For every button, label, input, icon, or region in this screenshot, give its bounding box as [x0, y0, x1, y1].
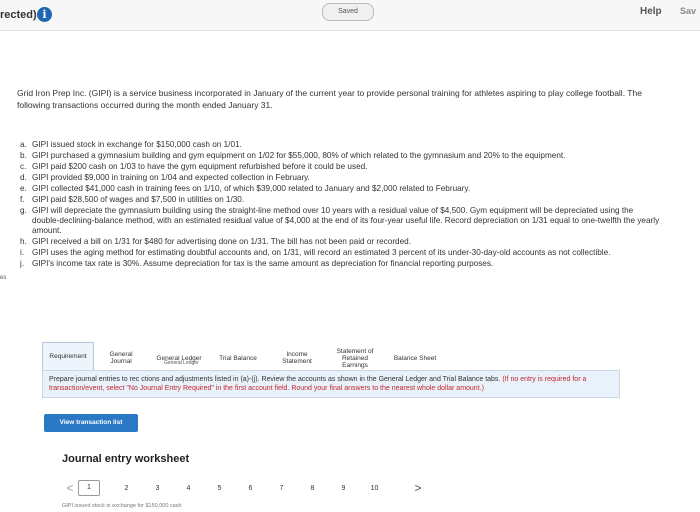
page-9[interactable]: 9: [328, 485, 359, 492]
view-transaction-list-button[interactable]: View transaction list: [44, 414, 138, 432]
page-5[interactable]: 5: [204, 485, 235, 492]
top-bar: rected) i Saved Help Sav: [0, 0, 700, 31]
assignment-title: rected): [0, 9, 37, 21]
transaction-item: g. GIPI will depreciate the gymnasium bui…: [20, 206, 660, 235]
saved-status: Saved: [322, 3, 374, 21]
tab-tooltip: General Ledger: [164, 360, 199, 366]
transaction-item: f. GIPI paid $28,500 of wages and $7,500 …: [20, 195, 245, 204]
transaction-item: h. GIPI received a bill on 1/31 for $480 …: [20, 237, 411, 246]
tab-trial-balance[interactable]: Trial Balance: [210, 346, 266, 370]
page-numbers: 1 2 3 4 5 6 7 8 9 10: [78, 480, 390, 496]
tab-requirement[interactable]: Requirement: [42, 342, 94, 370]
question-tabs-area: Requirement General Journal General Ledg…: [42, 338, 620, 398]
side-tab-label: es: [0, 275, 7, 281]
tab-bar: Requirement General Journal General Ledg…: [42, 338, 448, 370]
page-4[interactable]: 4: [173, 485, 204, 492]
instructions-text-cont: ctions and adjustments listed in (a)-(j)…: [141, 376, 501, 383]
transaction-item: j. GIPI's income tax rate is 30%. Assume …: [20, 259, 494, 268]
page-3[interactable]: 3: [142, 485, 173, 492]
page-7[interactable]: 7: [266, 485, 297, 492]
page-8[interactable]: 8: [297, 485, 328, 492]
transaction-item: d. GIPI provided $9,000 in training on 1/…: [20, 173, 310, 182]
transaction-list: a. GIPI issued stock in exchange for $150…: [20, 140, 660, 270]
previous-arrow-icon[interactable]: <: [62, 480, 78, 496]
transaction-item: c. GIPI paid $200 cash on 1/03 to have th…: [20, 162, 368, 171]
instructions-panel: Prepare journal entries to rec ctions an…: [42, 370, 620, 398]
transaction-item: b. GIPI purchased a gymnasium building an…: [20, 151, 566, 160]
transaction-item: i. GIPI uses the aging method for estimat…: [20, 248, 611, 257]
page-1[interactable]: 1: [78, 480, 100, 496]
page-10[interactable]: 10: [359, 485, 390, 492]
worksheet-pager: < 1 2 3 4 5 6 7 8 9 10 >: [62, 476, 436, 500]
help-link[interactable]: Help: [640, 6, 662, 17]
worksheet-title: Journal entry worksheet: [62, 453, 190, 465]
tab-general-journal[interactable]: General Journal: [94, 346, 148, 370]
tab-income-statement[interactable]: Income Statement: [266, 346, 328, 370]
page-2[interactable]: 2: [111, 485, 142, 492]
instructions-text: Prepare journal entries to rec: [49, 376, 140, 383]
tab-general-ledger[interactable]: General Ledger: [148, 346, 210, 370]
page-6[interactable]: 6: [235, 485, 266, 492]
next-arrow-icon[interactable]: >: [410, 480, 426, 496]
problem-intro: Grid Iron Prep Inc. (GIPI) is a service …: [17, 88, 642, 110]
entry-preview: GIPI issued stock in exchange for $150,0…: [62, 503, 182, 509]
transaction-item: e. GIPI collected $41,000 cash in trainin…: [20, 184, 471, 193]
save-exit-link[interactable]: Sav: [680, 6, 696, 16]
tab-retained-earnings[interactable]: Statement of Retained Earnings: [328, 346, 382, 370]
tab-balance-sheet[interactable]: Balance Sheet: [382, 346, 448, 370]
info-icon[interactable]: i: [37, 7, 52, 22]
transaction-item: a. GIPI issued stock in exchange for $150…: [20, 140, 242, 149]
